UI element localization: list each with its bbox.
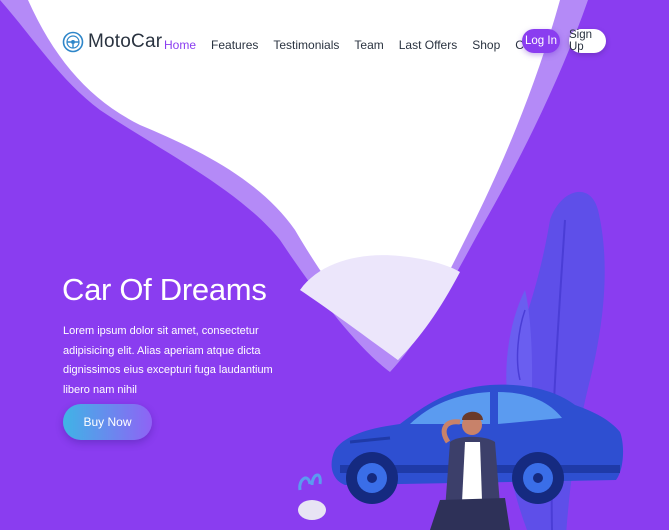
hero-title: Car Of Dreams (62, 272, 267, 307)
nav-item-features[interactable]: Features (211, 38, 258, 52)
nav-item-team[interactable]: Team (354, 38, 383, 52)
steering-wheel-icon (62, 26, 84, 58)
hero-description: Lorem ipsum dolor sit amet, consectetur … (63, 325, 273, 396)
car-illustration (298, 191, 624, 530)
login-button[interactable]: Log In (522, 29, 560, 53)
nav-item-testimonials[interactable]: Testimonials (273, 38, 339, 52)
navbar: MotoCar Home Features Testimonials Team … (0, 0, 669, 90)
brand-name: MotoCar (88, 31, 163, 52)
brand-logo[interactable]: MotoCar (62, 26, 162, 58)
nav-item-last-offers[interactable]: Last Offers (399, 38, 457, 52)
nav-item-home[interactable]: Home (164, 38, 196, 52)
signup-button[interactable]: Sign Up (569, 29, 606, 53)
nav-item-shop[interactable]: Shop (472, 38, 500, 52)
buy-now-button[interactable]: Buy Now (63, 404, 152, 440)
main-menu: Home Features Testimonials Team Last Off… (164, 38, 572, 52)
